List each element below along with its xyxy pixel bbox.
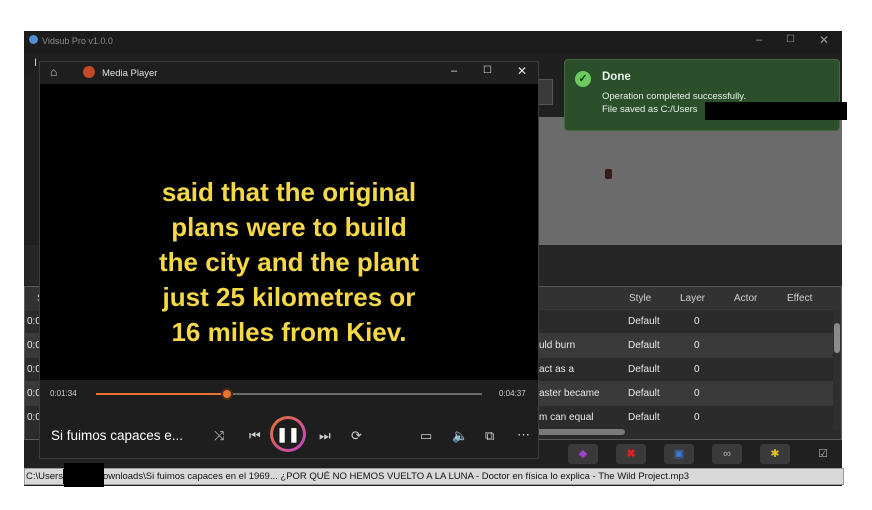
subtitle-line: 16 miles from Kiev. — [171, 317, 407, 347]
player-maximize-icon[interactable]: ☐ — [483, 65, 492, 76]
more-options-icon[interactable]: ⋯ — [517, 427, 530, 443]
player-controls: 0:01:34 0:04:37 Si fuimos capaces e... ⤨… — [40, 380, 538, 458]
link-icon[interactable]: ∞ — [712, 444, 742, 464]
row-text: uld burn — [539, 340, 576, 351]
video-preview-area — [533, 117, 842, 245]
grid-scrollbar[interactable] — [833, 309, 841, 429]
miniplayer-icon[interactable]: ⧉ — [485, 428, 494, 444]
home-icon[interactable]: ⌂ — [50, 65, 57, 79]
puzzle-icon[interactable]: ✱ — [760, 444, 790, 464]
menu-item[interactable]: I — [34, 57, 37, 69]
next-icon[interactable]: ⏭ — [319, 428, 331, 444]
main-title-bar: Vidsub Pro v1.0.0 – ☐ ✕ — [24, 31, 842, 53]
player-close-icon[interactable]: ✕ — [517, 64, 527, 78]
row-text: aster became — [539, 388, 600, 399]
subtitle-line: the city and the plant — [158, 247, 420, 277]
previous-icon[interactable]: ⏮ — [249, 428, 261, 444]
file-path-bar: C:\Users ownloads\Si fuimos capaces en el… — [24, 468, 844, 485]
toast-line2: File saved as C:/Users — [602, 104, 698, 115]
close-icon[interactable]: ✕ — [819, 33, 829, 47]
row-layer: 0 — [694, 388, 700, 399]
caption-icon[interactable]: ▭ — [420, 428, 432, 444]
subtitle-line: plans were to build — [171, 212, 407, 242]
checkbox-icon[interactable]: ☑ — [808, 444, 838, 464]
path-start: C:\Users — [26, 471, 63, 482]
col-header-actor[interactable]: Actor — [734, 293, 757, 304]
player-title-bar: ⌂ Media Player – ☐ ✕ — [40, 62, 538, 84]
col-header-effect[interactable]: Effect — [787, 293, 812, 304]
row-layer: 0 — [694, 316, 700, 327]
redacted-block — [64, 463, 104, 487]
toast-title: Done — [602, 71, 631, 83]
row-text: m can equal — [539, 412, 594, 423]
row-style: Default — [628, 388, 660, 399]
app-logo-icon — [29, 35, 38, 44]
row-layer: 0 — [694, 364, 700, 375]
row-layer: 0 — [694, 412, 700, 423]
preview-mark — [605, 169, 612, 179]
success-toast: ✓ Done Operation completed successfully.… — [564, 59, 840, 131]
media-player-logo-icon — [83, 66, 95, 78]
redacted-block — [705, 102, 847, 120]
seek-thumb[interactable] — [221, 388, 234, 400]
row-text: act as a — [539, 364, 575, 375]
subtitle-line: said that the original — [161, 177, 417, 207]
scrollbar-thumb[interactable] — [834, 323, 840, 353]
play-pause-button[interactable]: ❚❚ — [270, 416, 306, 452]
player-title: Media Player — [102, 68, 158, 79]
track-title: Si fuimos capaces e... — [51, 428, 184, 443]
minimize-icon[interactable]: – — [756, 34, 762, 46]
check-icon: ✓ — [575, 71, 591, 87]
volume-icon[interactable]: 🔈 — [452, 428, 468, 444]
path-rest: ownloads\Si fuimos capaces en el 1969...… — [102, 471, 690, 482]
seek-bar[interactable] — [96, 388, 482, 400]
seek-bar-fill — [96, 393, 228, 395]
horizontal-scrollbar-thumb[interactable] — [525, 429, 625, 435]
pause-icon: ❚❚ — [273, 419, 303, 449]
row-style: Default — [628, 364, 660, 375]
total-time: 0:04:37 — [499, 389, 526, 398]
row-style: Default — [628, 412, 660, 423]
player-minimize-icon[interactable]: – — [451, 65, 457, 77]
current-time: 0:01:34 — [50, 389, 77, 398]
row-style: Default — [628, 340, 660, 351]
repeat-icon[interactable]: ⟳ — [351, 428, 362, 444]
shuffle-icon[interactable]: ⤨ — [214, 428, 224, 444]
save-icon[interactable]: ▣ — [664, 444, 694, 464]
maximize-icon[interactable]: ☐ — [786, 34, 795, 45]
style-button-icon[interactable]: ◆ — [568, 444, 598, 464]
app-title: Vidsub Pro v1.0.0 — [42, 36, 113, 46]
delete-icon[interactable]: ✖ — [616, 444, 646, 464]
row-layer: 0 — [694, 340, 700, 351]
toast-line1: Operation completed successfully. — [602, 91, 746, 102]
media-player-window: ⌂ Media Player – ☐ ✕ said that the origi… — [39, 61, 539, 459]
subtitle-text: said that the original plans were to bui… — [80, 175, 498, 350]
col-header-layer[interactable]: Layer — [680, 293, 705, 304]
row-style: Default — [628, 316, 660, 327]
subtitle-line: just 25 kilometres or — [162, 282, 416, 312]
col-header-style[interactable]: Style — [629, 293, 651, 304]
